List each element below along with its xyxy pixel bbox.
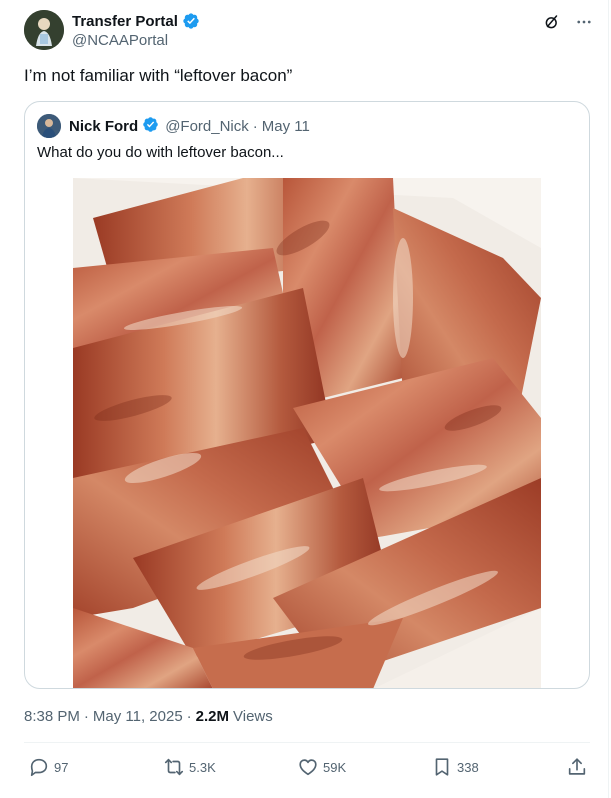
like-icon [297,756,319,778]
repost-count: 5.3K [189,759,216,775]
author-name-row: Transfer Portal [72,12,200,30]
reply-count: 97 [54,759,69,775]
tweet-date[interactable]: May 11, 2025 [93,708,183,725]
tweet-header: Transfer Portal @NCAAPortal [24,10,594,54]
more-icon[interactable] [574,12,594,32]
views-count: 2.2M [195,708,230,725]
repost-button[interactable]: 5.3K [163,756,216,778]
like-count: 59K [323,759,347,775]
bookmark-icon [431,756,453,778]
quoted-text: What do you do with leftover bacon... [37,144,284,161]
quoted-media-bacon-photo[interactable] [73,178,541,688]
like-button[interactable]: 59K [297,756,346,778]
header-actions [542,12,594,32]
author-handle[interactable]: @NCAAPortal [72,32,168,49]
quoted-date: May 11 [261,117,310,135]
verified-badge-icon[interactable] [182,12,200,30]
share-icon [566,756,588,778]
author-display-name[interactable]: Transfer Portal [72,13,178,30]
meta-separator: · [83,708,89,725]
tweet-meta: 8:38 PM · May 11, 2025 · 2.2M Views [24,708,273,725]
author-avatar[interactable] [24,10,64,50]
repost-icon [163,756,185,778]
views-label: Views [233,708,273,725]
reply-button[interactable]: 97 [28,756,68,778]
bookmark-count: 338 [457,759,479,775]
quoted-tweet[interactable]: Nick Ford @Ford_Nick · May 11 What do yo… [24,101,590,689]
quoted-handle: @Ford_Nick [165,117,249,135]
bookmark-button[interactable]: 338 [431,756,479,778]
quoted-author-avatar [37,114,61,138]
reply-icon [28,756,50,778]
tweet-text: I’m not familiar with “leftover bacon” [24,66,293,85]
action-bar: 97 5.3K 59K 338 [24,756,590,780]
quoted-display-name: Nick Ford [69,117,139,135]
quoted-verified-badge-icon [142,116,159,137]
share-button[interactable] [566,756,588,778]
grok-icon[interactable] [542,12,562,32]
quoted-header: Nick Ford @Ford_Nick · May 11 [37,114,310,138]
actions-divider [24,742,590,743]
tweet-time[interactable]: 8:38 PM [24,708,80,725]
meta-separator-2: · [186,708,192,725]
column-border [608,0,609,798]
quoted-separator: · [252,117,258,135]
